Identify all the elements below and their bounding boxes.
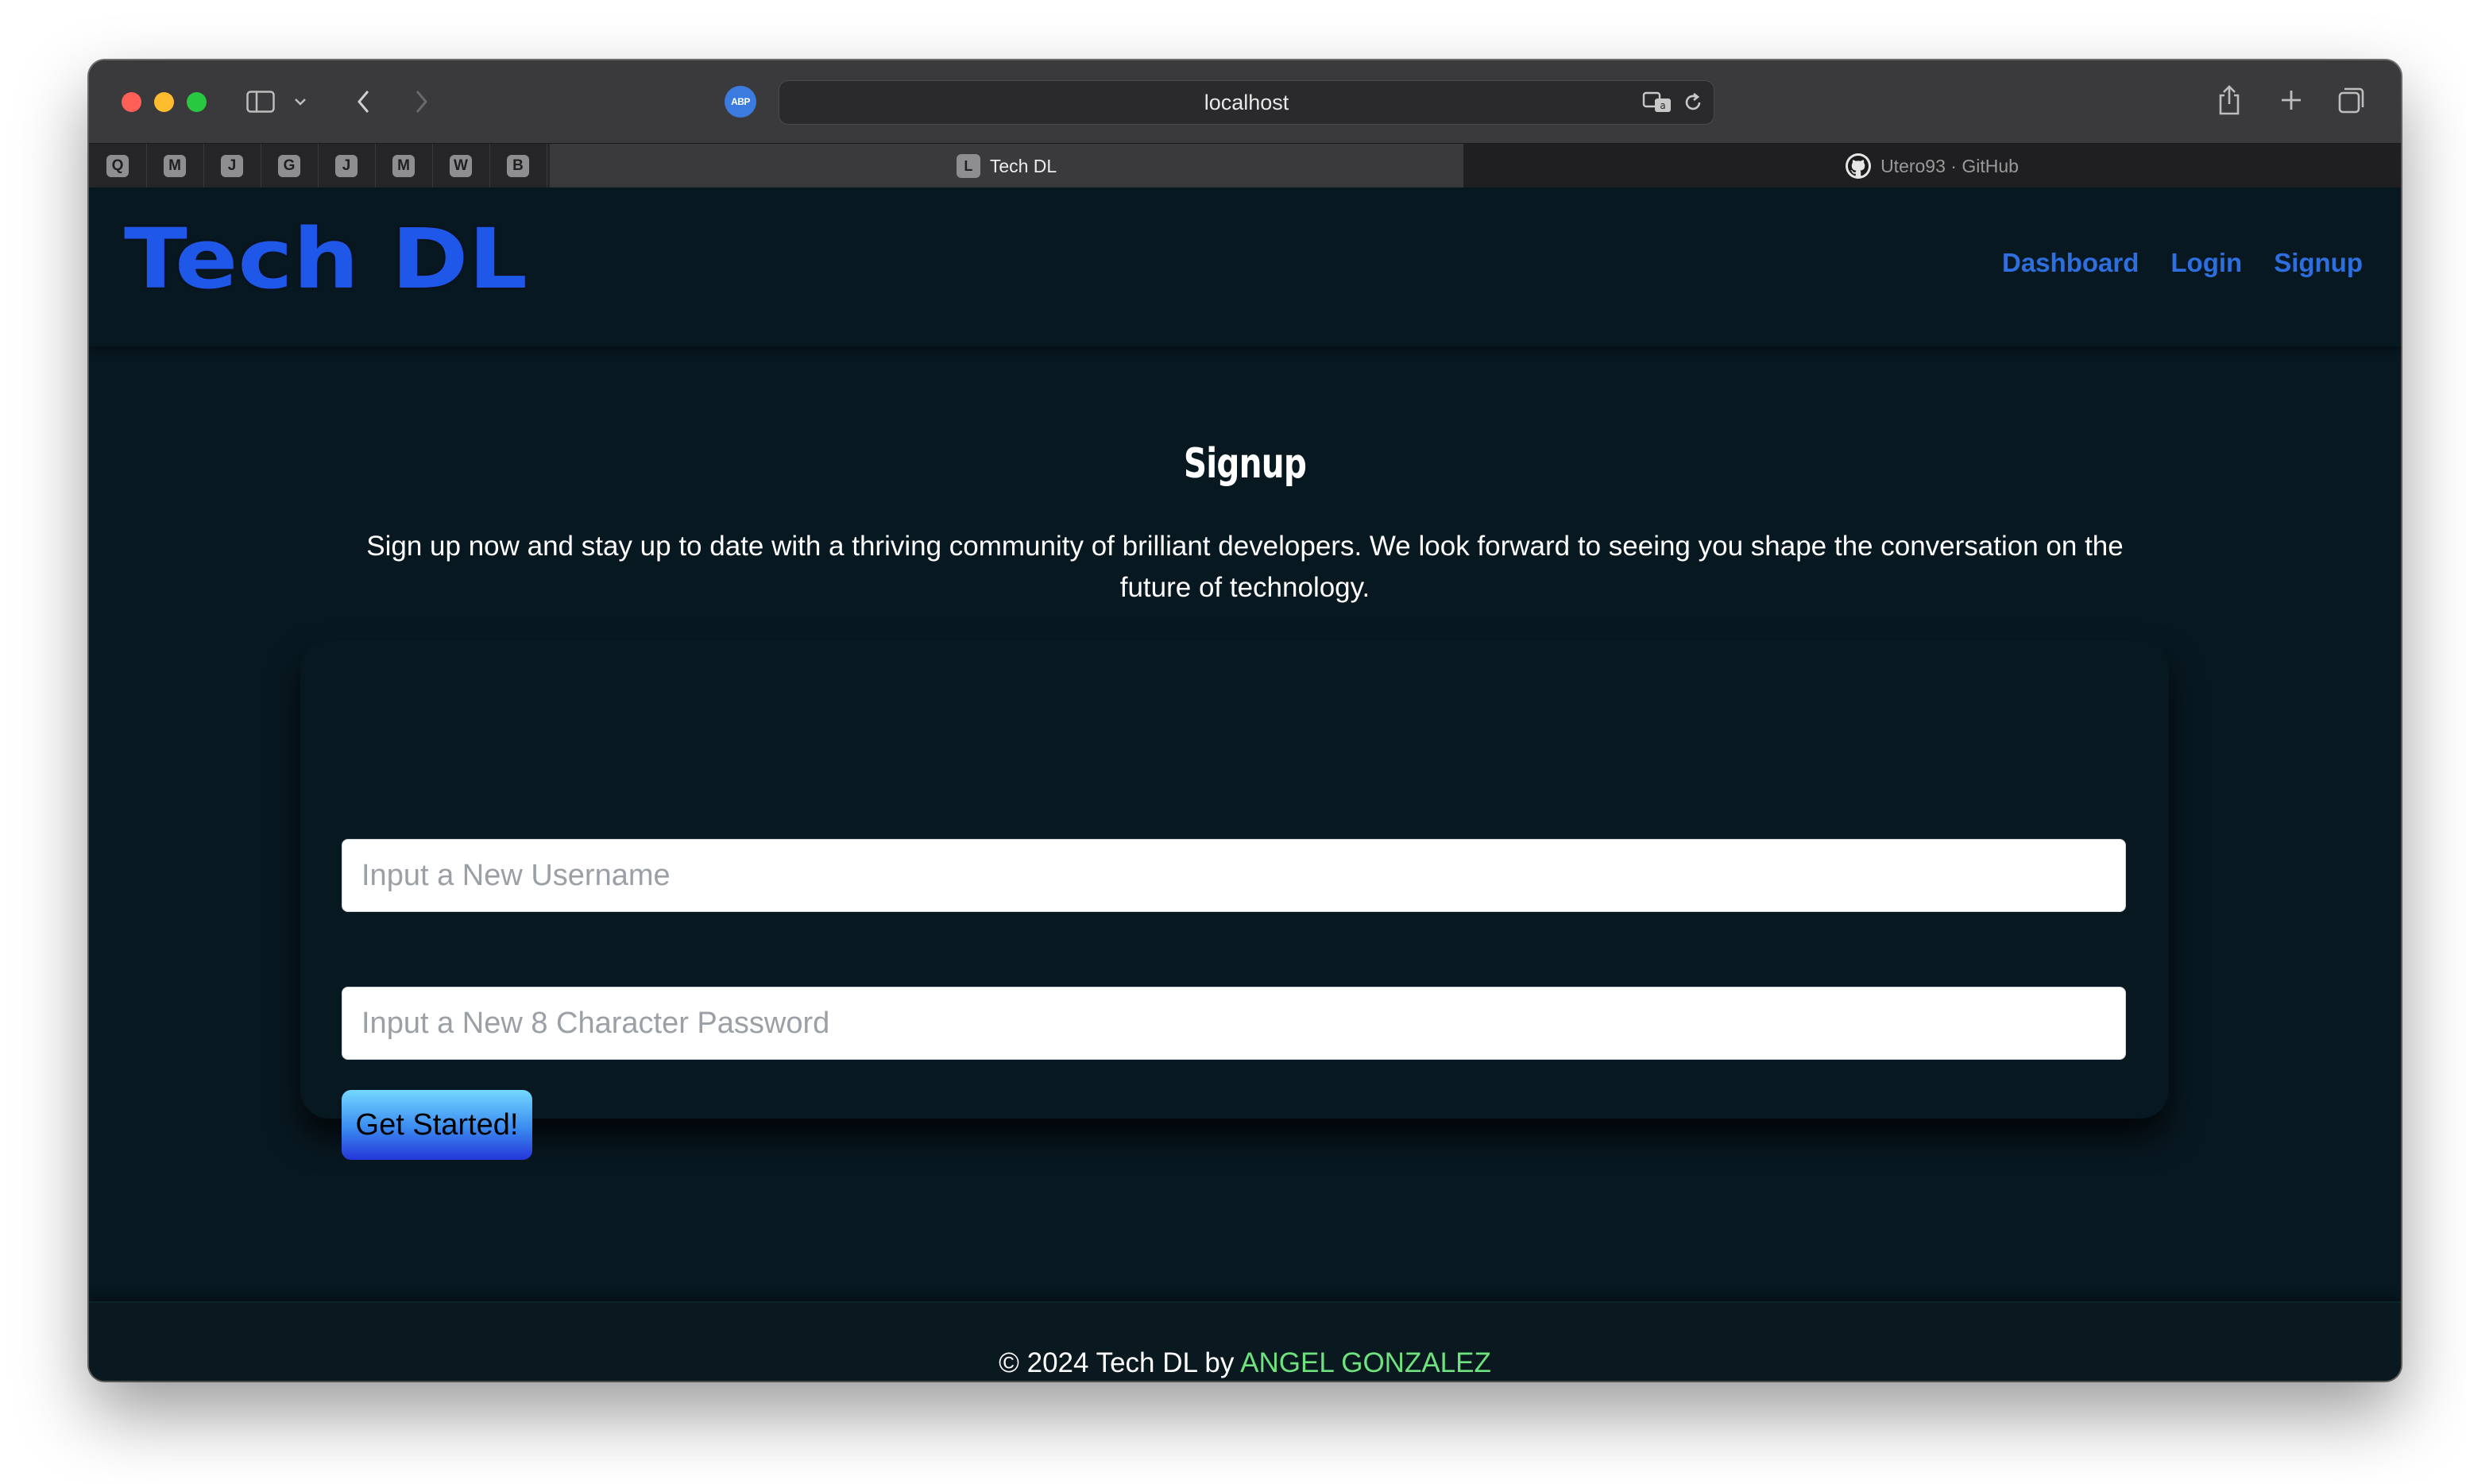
nav-dashboard-link[interactable]: Dashboard [2002,248,2139,278]
pinned-tab[interactable]: Q [89,144,147,188]
chevron-down-icon[interactable] [291,89,310,114]
tab-github[interactable]: Utero93 · GitHub [1463,144,2401,188]
url-text: localhost [1204,90,1289,114]
pinned-tab-favicon: J [335,155,358,177]
tab-title: Tech DL [989,155,1057,176]
maximize-window-button[interactable] [187,92,207,112]
footer-text: © 2024 Tech DL by ANGEL GONZALEZ [89,1347,2401,1379]
tab-favicon: L [956,154,980,178]
main-nav: Dashboard Login Signup [2002,248,2363,278]
share-icon[interactable] [2212,79,2247,121]
forward-icon[interactable] [405,84,437,119]
password-input[interactable] [342,987,2126,1060]
back-icon[interactable] [348,84,380,119]
pinned-tab[interactable]: M [375,144,433,188]
nav-login-link[interactable]: Login [2170,248,2242,278]
pinned-tab[interactable]: W [432,144,490,188]
close-window-button[interactable] [122,92,141,112]
pinned-tab[interactable]: M [146,144,204,188]
username-input[interactable] [342,839,2126,912]
sidebar-toggle-icon[interactable] [245,86,276,118]
footer-copyright: © 2024 Tech DL by [999,1347,1241,1378]
browser-window: ABP localhost a Q M J G J M W B L Tech D… [89,60,2401,1381]
browser-toolbar: ABP localhost a [89,60,2401,143]
pinned-tab[interactable]: B [489,144,547,188]
pinned-tab-favicon: G [278,155,300,177]
pinned-tab-favicon: M [392,155,415,177]
tab-title: Utero93 · GitHub [1880,155,2019,176]
pinned-tab[interactable]: G [261,144,319,188]
pinned-tab-favicon: M [164,155,186,177]
page-title: Signup [1183,440,1307,488]
footer-author-link[interactable]: ANGEL GONZALEZ [1240,1347,1491,1378]
web-page: Tech DL Dashboard Login Signup Signup Si… [89,187,2401,1381]
pinned-tab[interactable]: J [318,144,376,188]
tab-tech-dl[interactable]: L Tech DL [550,144,1463,188]
logo-text: Tech DL [124,222,528,296]
pinned-tab-favicon: Q [106,155,129,177]
svg-text:a: a [1660,100,1665,111]
adblock-extension-icon[interactable]: ABP [725,86,756,118]
pinned-tab[interactable]: J [203,144,261,188]
site-header: Tech DL Dashboard Login Signup [89,187,2401,346]
new-tab-icon[interactable] [2275,84,2307,116]
minimize-window-button[interactable] [154,92,174,112]
pinned-tab-favicon: W [450,155,472,177]
translate-icon[interactable]: a [1641,89,1676,116]
address-bar[interactable]: localhost a [779,80,1714,125]
nav-signup-link[interactable]: Signup [2274,248,2363,278]
intro-text: Sign up now and stay up to date with a t… [327,526,2163,609]
github-icon [1846,153,1872,179]
intro-line-2: future of technology. [1119,572,1370,603]
intro-line-1: Sign up now and stay up to date with a t… [366,531,2124,562]
site-footer: © 2024 Tech DL by ANGEL GONZALEZ [89,1301,2401,1381]
pinned-tab-favicon: B [507,155,529,177]
reload-icon[interactable] [1679,89,1707,116]
signup-form-card: Get Started! [300,640,2169,1160]
tab-overview-icon[interactable] [2334,83,2369,118]
get-started-button[interactable]: Get Started! [342,1090,532,1160]
site-logo[interactable]: Tech DL [122,209,530,310]
tab-bar: Q M J G J M W B L Tech DL Utero93 · GitH… [89,143,2401,188]
pinned-tab-favicon: J [221,155,243,177]
